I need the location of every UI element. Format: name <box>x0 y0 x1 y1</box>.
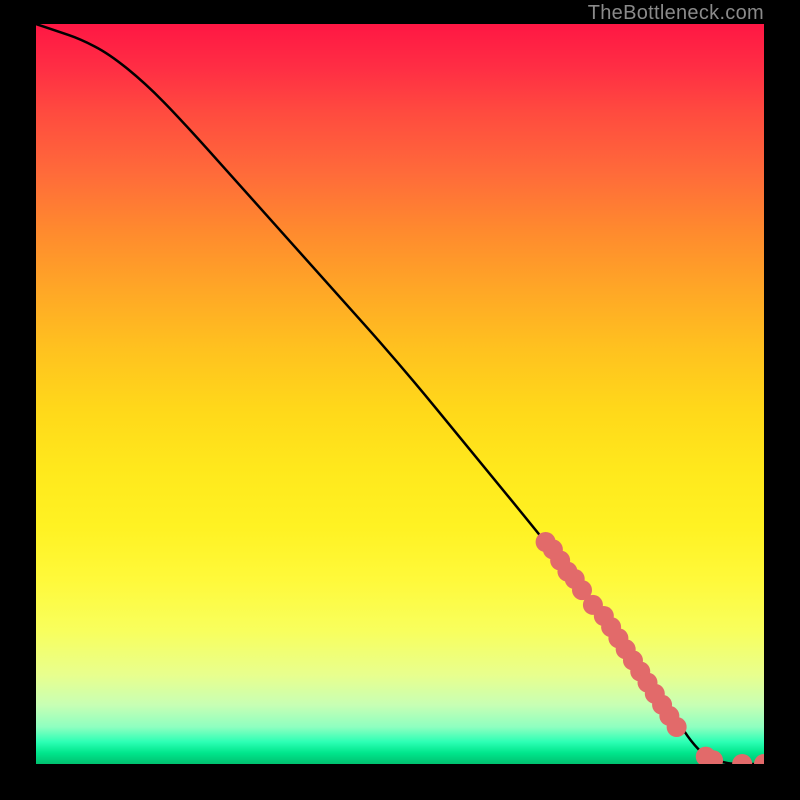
data-point <box>667 717 687 737</box>
plot-area <box>36 24 764 764</box>
data-point <box>732 754 752 764</box>
chart-stage: TheBottleneck.com <box>0 0 800 800</box>
data-point <box>754 754 764 764</box>
curve-layer <box>36 24 764 764</box>
series-curve <box>36 24 764 764</box>
attribution-label: TheBottleneck.com <box>588 2 764 25</box>
